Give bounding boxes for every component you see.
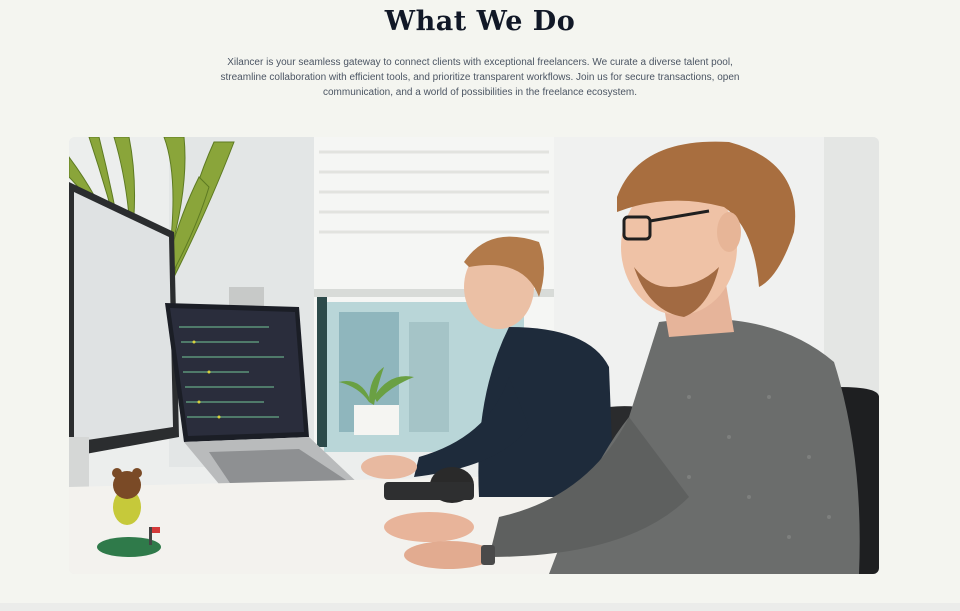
section-title: What We Do [384, 6, 576, 37]
what-we-do-section: What We Do Xilancer is your seamless gat… [0, 0, 960, 603]
office-photo [69, 137, 879, 574]
section-description: Xilancer is your seamless gateway to con… [220, 57, 740, 98]
section-divider [0, 603, 960, 611]
